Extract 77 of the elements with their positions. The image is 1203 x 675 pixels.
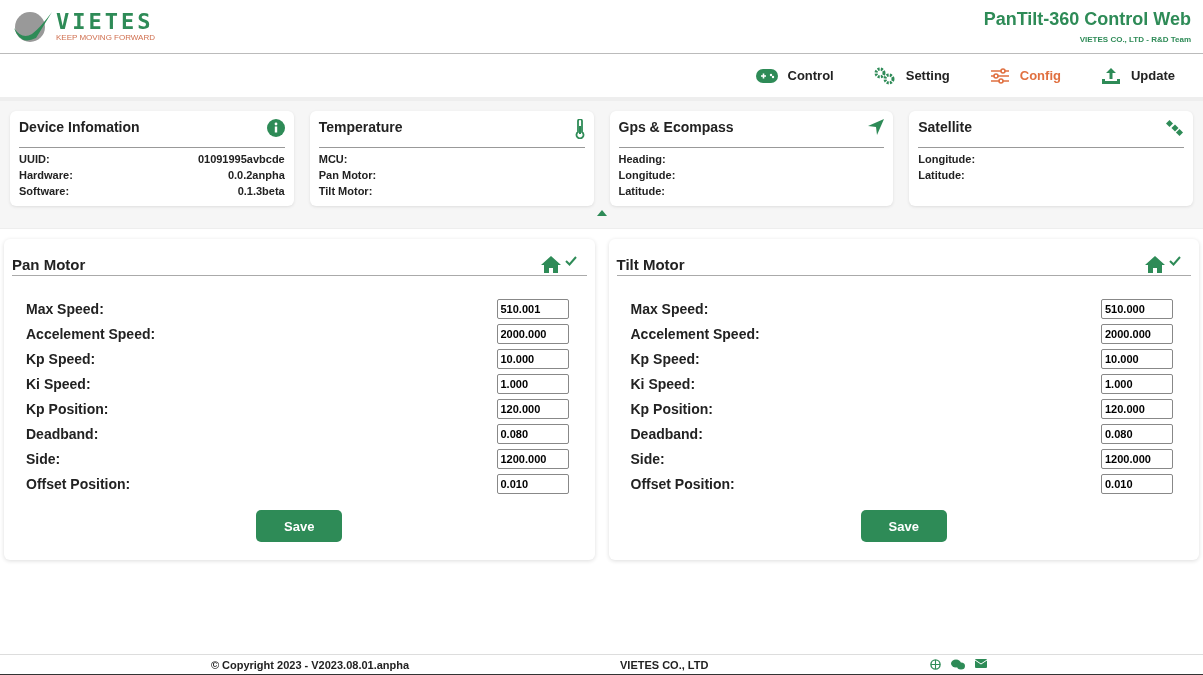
input-field[interactable]: 0.080 [1101,423,1173,444]
input-field[interactable]: 0.080 [496,423,569,444]
chat-icon[interactable] [951,659,965,670]
info-label: UUID: [19,152,50,167]
input-field[interactable]: 510.001 [496,298,569,319]
info-label: Pan Motor: [318,168,377,183]
info-label: Longitude: [618,168,676,183]
info-icon [266,119,285,137]
app-title: PanTilt-360 Control Web [983,9,1191,30]
field-label: Max Speed: [630,300,709,317]
card-title: Gps & Ecompass [618,119,734,135]
save-button[interactable]: Save [860,510,947,542]
card-title: Device Infomation [19,119,140,135]
gears-icon [873,66,896,85]
card-title: Temperature [318,119,403,135]
sliders-icon [989,67,1010,84]
nav-link[interactable]: Control [739,64,850,87]
field-label: Offset Position: [630,475,735,492]
input-field[interactable]: 0.010 [496,473,569,494]
thermometer-icon [574,119,585,139]
input-field[interactable]: 2000.000 [496,323,569,344]
panel-title: Tilt Motor [616,256,685,273]
field-label: Deadband: [630,425,703,442]
field-label: Ki Speed: [26,375,91,392]
field-label: Max Speed: [26,300,104,317]
info-label: Latitude: [918,168,965,183]
info-label: Tilt Motor: [318,184,373,199]
input-field[interactable]: 10.000 [1101,348,1173,369]
field-label: Side: [26,450,61,467]
save-button[interactable]: Save [256,510,343,542]
input-field[interactable]: 1.000 [1101,373,1173,394]
nav-link[interactable]: Update [1084,62,1191,89]
field-label: Kp Position: [630,400,713,417]
field-label: Ki Speed: [630,375,696,392]
field-label: Side: [630,450,665,467]
field-label: Kp Speed: [26,350,96,367]
info-value: 0.1.3beta [237,184,285,199]
input-field[interactable]: 120.000 [496,398,569,419]
gamepad-icon [755,68,778,83]
mail-icon[interactable] [975,659,987,668]
field-label: Accelement Speed: [26,325,156,342]
app-subtitle: VIETES CO., LTD - R&D Team [1078,35,1191,44]
input-field[interactable]: 510.000 [1101,298,1173,319]
home-icon[interactable] [540,256,561,273]
info-label: Heading: [618,152,666,167]
location-arrow-icon [868,119,885,135]
home-icon[interactable] [1145,256,1165,273]
input-field[interactable]: 1200.000 [496,448,569,469]
globe-icon[interactable] [930,659,941,670]
field-label: Accelement Speed: [630,325,760,342]
field-label: Kp Position: [26,400,109,417]
panel-title: Pan Motor [12,256,86,273]
info-label: MCU: [318,152,348,167]
company-name: VIETES CO., LTD [620,658,710,671]
input-field[interactable]: 0.010 [1101,473,1173,494]
input-field[interactable]: 2000.000 [1101,323,1173,344]
input-field[interactable]: 120.000 [1101,398,1173,419]
card-title: Satellite [918,119,972,135]
field-label: Offset Position: [26,475,131,492]
input-field[interactable]: 10.000 [496,348,569,369]
nav-link[interactable]: Setting [857,62,966,89]
satellite-icon [1166,119,1184,137]
field-label: Kp Speed: [630,350,700,367]
input-field[interactable]: 1200.000 [1101,448,1173,469]
input-field[interactable]: 1.000 [496,373,569,394]
collapse-caret-icon[interactable] [596,210,607,216]
info-value: 01091995avbcde [197,152,285,167]
info-label: Latitude: [618,184,665,199]
info-label: Hardware: [19,168,73,183]
field-label: Deadband: [26,425,99,442]
logo-slogan: KEEP MOVING FORWARD [56,32,155,43]
upload-icon [1100,66,1121,85]
info-label: Software: [19,184,70,199]
info-label: Longitude: [918,152,976,167]
logo-text: VIETES [56,10,155,33]
info-value: 0.0.2anpha [227,168,285,183]
copyright-text: © Copyright 2023 - V2023.08.01.anpha [209,658,411,671]
